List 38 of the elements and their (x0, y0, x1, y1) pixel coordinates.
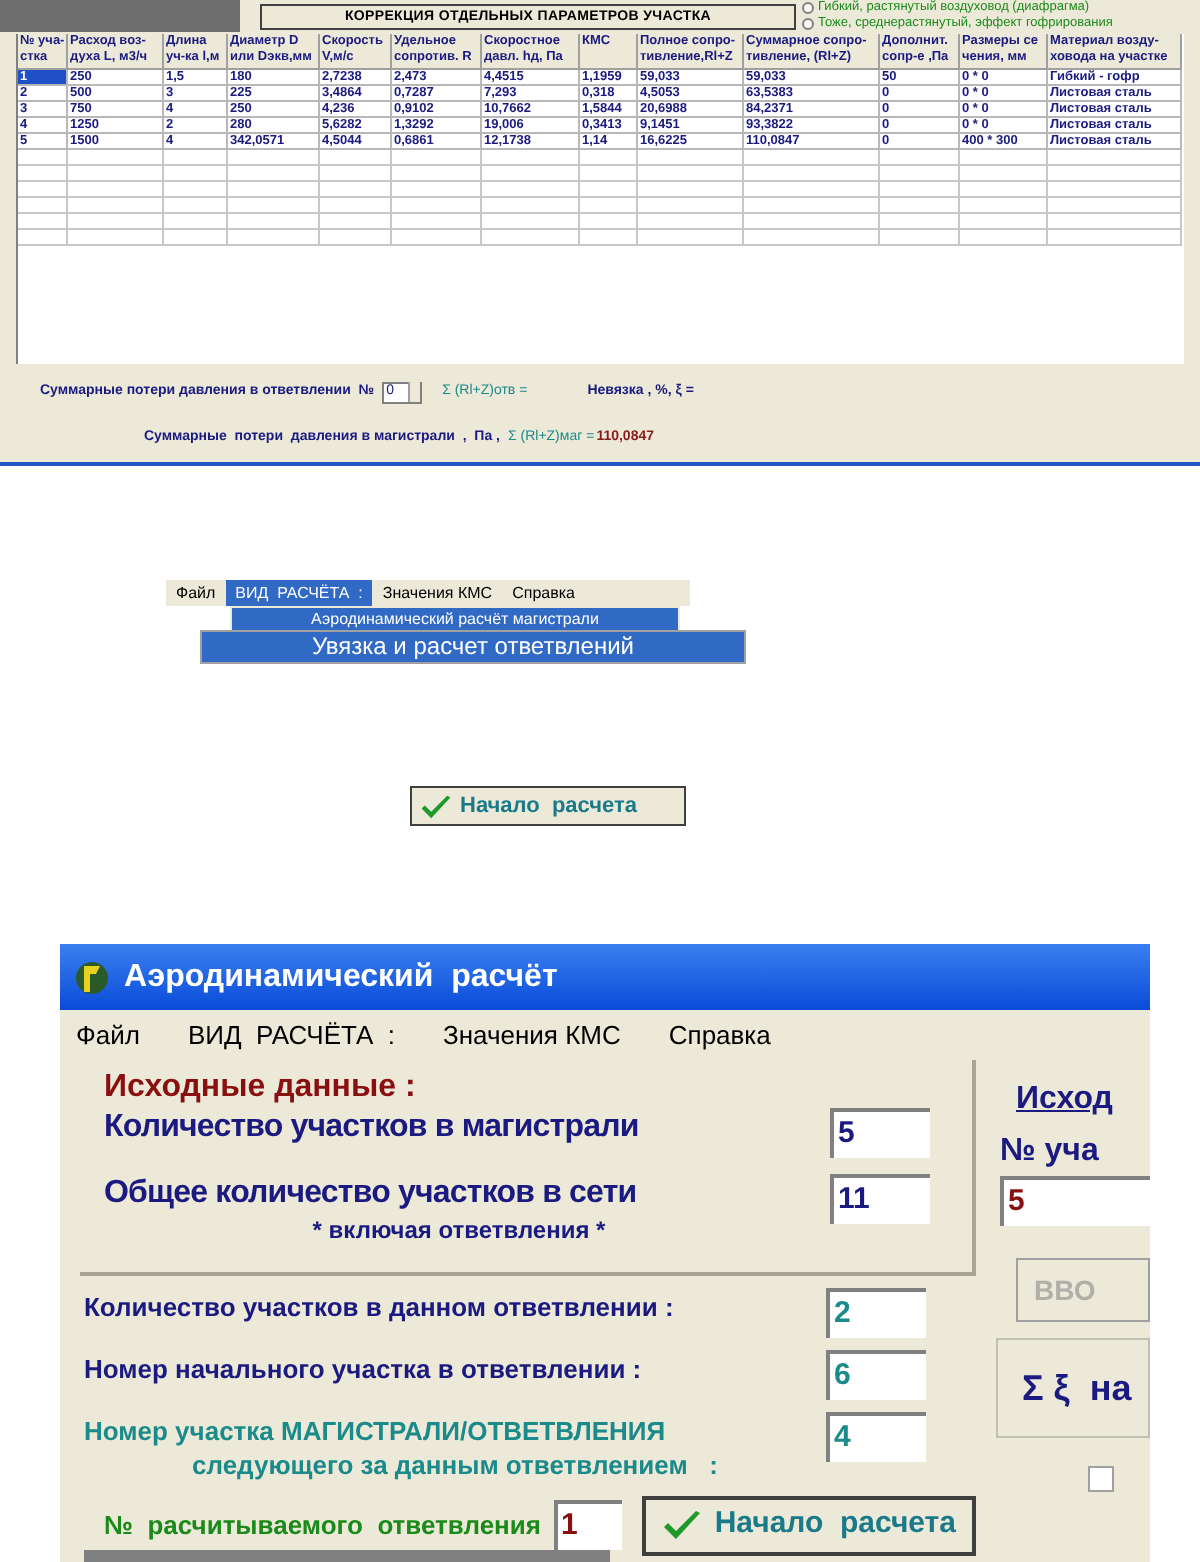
input-field[interactable]: 5 (830, 1108, 930, 1158)
field-label: Количество участков в данном ответвлении : (84, 1290, 674, 1326)
checkbox[interactable] (1088, 1466, 1114, 1492)
menu-item[interactable]: Файл (166, 580, 226, 606)
radio-button[interactable] (802, 18, 814, 30)
field-label: Общее количество участков в сети (104, 1174, 637, 1214)
input-field[interactable]: 4 (826, 1412, 926, 1462)
input-field[interactable]: 5 (1000, 1176, 1150, 1226)
menu-item[interactable]: Справка (502, 580, 585, 606)
panel-heading: Исход (1016, 1080, 1115, 1120)
dropdown-item[interactable]: Увязка и расчет ответвлений (200, 630, 746, 664)
input-field[interactable]: 2 (826, 1288, 926, 1338)
field-note: следующего за данным ответвлением : (192, 1451, 718, 1479)
checkmark-icon (420, 793, 452, 819)
input-field[interactable]: 11 (830, 1174, 930, 1224)
field-label: № уча (1000, 1132, 1101, 1172)
radio-button[interactable] (802, 2, 814, 14)
checkmark-icon (662, 1508, 703, 1542)
field-note: * включая ответвления * (312, 1218, 606, 1242)
input-field[interactable]: 1 (553, 1500, 623, 1550)
input-field[interactable]: 6 (826, 1350, 926, 1400)
menu-item[interactable]: ВИД РАСЧЁТА : (225, 580, 373, 606)
section-heading: Исходные данные : (104, 1068, 418, 1108)
app-icon (72, 957, 112, 997)
menu-item[interactable]: Значения КМС (443, 1015, 621, 1055)
start-button[interactable]: Начало расчета (410, 786, 686, 826)
menu-item[interactable]: Справка (668, 1015, 771, 1055)
field-label: Номер начального участка в ответвлении : (84, 1352, 642, 1388)
window-title: Аэродинамический расчёт (124, 957, 558, 997)
menu-item[interactable]: ВИД РАСЧЁТА : (187, 1015, 396, 1055)
dropdown-item[interactable]: Аэродинамический расчёт магистрали (232, 608, 678, 630)
field-label: № расчитываемого ответвления (104, 1507, 541, 1544)
start-button[interactable]: Начало расчета (642, 1495, 976, 1555)
menu-item[interactable]: Файл (76, 1015, 140, 1055)
field-label: Номер участка МАГИСТРАЛИ/ОТВЕТВЛЕНИЯ (84, 1414, 666, 1450)
sum-button[interactable]: Σ ξ на (996, 1338, 1150, 1438)
field-label: Количество участков в магистрали (104, 1108, 639, 1148)
menu-item[interactable]: Значения КМС (372, 580, 503, 606)
